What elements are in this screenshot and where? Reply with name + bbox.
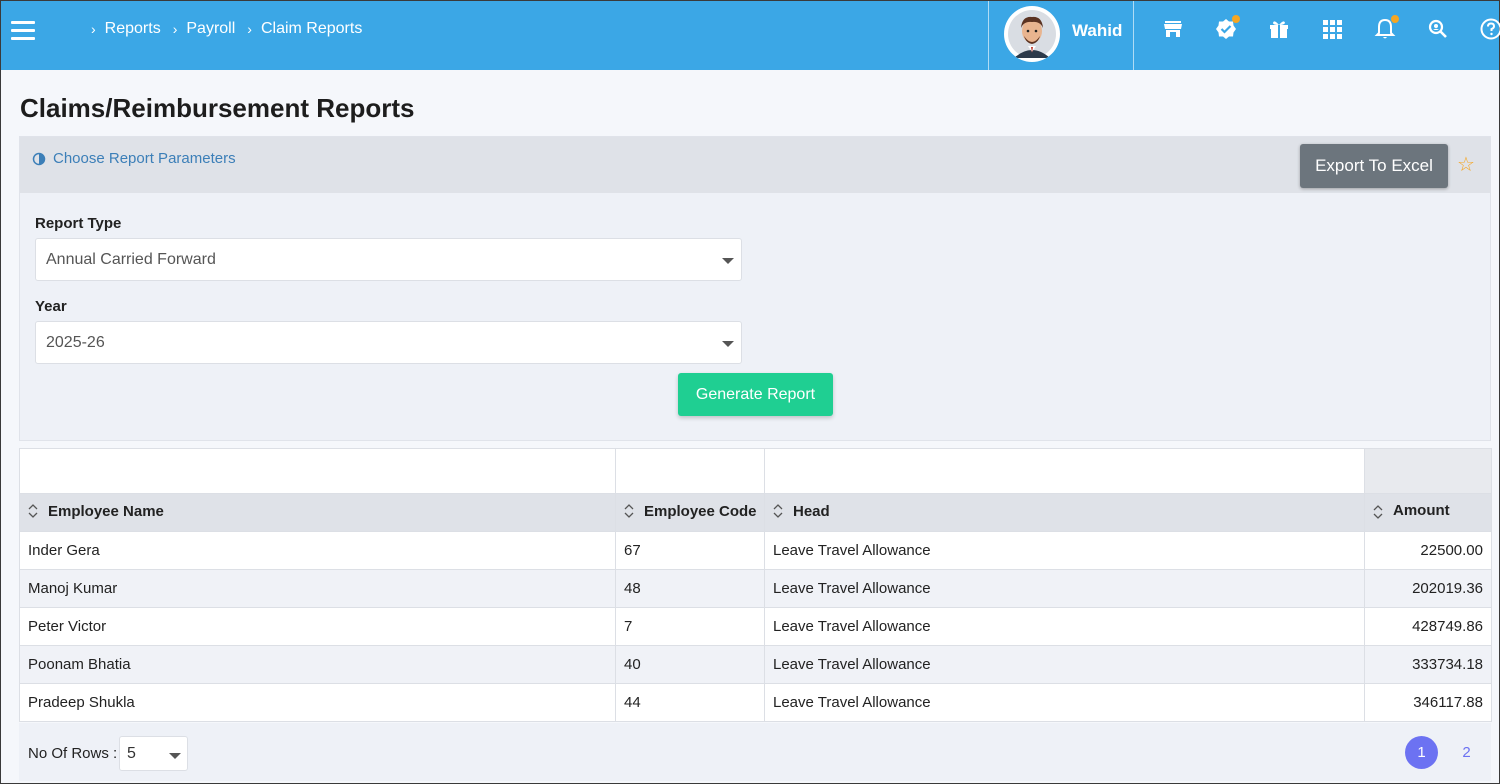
chevron-down-icon (722, 258, 734, 264)
filter-row (19, 448, 1492, 494)
report-type-select[interactable]: Annual Carried Forward (35, 238, 742, 281)
verified-badge-icon[interactable] (1214, 15, 1240, 41)
cell-amount: 333734.18 (1364, 645, 1492, 684)
sort-icon (773, 503, 783, 522)
column-header-head[interactable]: Head (764, 493, 1365, 532)
cell-head: Leave Travel Allowance (764, 569, 1365, 608)
notification-dot (1232, 15, 1240, 23)
report-table: Employee Name Employee Code Head Amount … (19, 448, 1492, 722)
half-circle-icon (32, 152, 46, 165)
cell-employee-code: 48 (615, 569, 765, 608)
filter-cell-code[interactable] (615, 448, 765, 494)
chevron-down-icon (722, 341, 734, 347)
parameters-header: Choose Report Parameters Export To Excel… (20, 137, 1490, 193)
cell-employee-name: Pradeep Shukla (19, 683, 616, 722)
column-header-amount[interactable]: Amount (1364, 493, 1492, 532)
help-icon[interactable] (1479, 17, 1500, 41)
user-name: Wahid (1072, 21, 1123, 40)
year-select[interactable]: 2025-26 (35, 321, 742, 364)
filter-cell-amount (1364, 448, 1492, 494)
cell-employee-code: 7 (615, 607, 765, 646)
breadcrumb: › Reports › Payroll › Claim Reports (91, 20, 374, 38)
cell-employee-name: Peter Victor (19, 607, 616, 646)
cell-head: Leave Travel Allowance (764, 645, 1365, 684)
apps-grid-icon[interactable] (1320, 17, 1344, 41)
chevron-down-icon (169, 753, 181, 759)
cell-employee-code: 40 (615, 645, 765, 684)
breadcrumb-item-reports[interactable]: › Reports (91, 20, 161, 38)
cell-employee-code: 44 (615, 683, 765, 722)
filter-cell-name[interactable] (19, 448, 616, 494)
top-bar: › Reports › Payroll › Claim Reports Wahid (1, 1, 1500, 70)
cell-employee-name: Inder Gera (19, 531, 616, 570)
bell-icon[interactable] (1373, 15, 1399, 41)
table-row[interactable]: Inder Gera 67 Leave Travel Allowance 225… (19, 531, 1492, 570)
choose-parameters-toggle[interactable]: Choose Report Parameters (32, 150, 236, 167)
export-to-excel-button[interactable]: Export To Excel (1300, 144, 1448, 188)
column-header-employee-code[interactable]: Employee Code (615, 493, 765, 532)
generate-report-button[interactable]: Generate Report (678, 373, 833, 416)
cell-head: Leave Travel Allowance (764, 531, 1365, 570)
table-row[interactable]: Poonam Bhatia 40 Leave Travel Allowance … (19, 645, 1492, 684)
rows-per-page-select[interactable]: 5 (119, 736, 188, 771)
breadcrumb-item-payroll[interactable]: › Payroll (173, 20, 236, 38)
table-row[interactable]: Peter Victor 7 Leave Travel Allowance 42… (19, 607, 1492, 646)
sort-icon (1373, 505, 1383, 523)
page-button-1[interactable]: 1 (1405, 736, 1438, 769)
store-icon[interactable] (1161, 17, 1185, 41)
hamburger-menu-icon[interactable] (11, 21, 35, 41)
cell-amount: 346117.88 (1364, 683, 1492, 722)
favorite-star-icon[interactable]: ☆ (1457, 152, 1475, 177)
avatar (1004, 6, 1060, 62)
gift-icon[interactable] (1267, 17, 1291, 41)
page-button-2[interactable]: 2 (1450, 736, 1483, 769)
year-label: Year (35, 298, 67, 315)
cell-head: Leave Travel Allowance (764, 683, 1365, 722)
table-row[interactable]: Manoj Kumar 48 Leave Travel Allowance 20… (19, 569, 1492, 608)
cell-employee-name: Manoj Kumar (19, 569, 616, 608)
cell-amount: 202019.36 (1364, 569, 1492, 608)
table-header-row: Employee Name Employee Code Head Amount (19, 493, 1492, 532)
top-icons (1161, 15, 1500, 41)
user-menu[interactable]: Wahid (988, 1, 1134, 70)
page-title: Claims/Reimbursement Reports (20, 93, 415, 123)
filter-cell-head[interactable] (764, 448, 1365, 494)
cell-head: Leave Travel Allowance (764, 607, 1365, 646)
cell-amount: 22500.00 (1364, 531, 1492, 570)
notification-dot (1391, 15, 1399, 23)
breadcrumb-item-claim-reports[interactable]: › Claim Reports (247, 20, 362, 38)
cell-amount: 428749.86 (1364, 607, 1492, 646)
cell-employee-name: Poonam Bhatia (19, 645, 616, 684)
table-row[interactable]: Pradeep Shukla 44 Leave Travel Allowance… (19, 683, 1492, 722)
search-person-icon[interactable] (1426, 17, 1450, 41)
column-header-employee-name[interactable]: Employee Name (19, 493, 616, 532)
sort-icon (624, 503, 634, 522)
sort-icon (28, 503, 38, 522)
rows-per-page-label: No Of Rows : (28, 745, 118, 762)
report-parameters-panel: Choose Report Parameters Export To Excel… (19, 136, 1491, 441)
cell-employee-code: 67 (615, 531, 765, 570)
report-type-label: Report Type (35, 215, 122, 232)
table-footer: No Of Rows : 5 1 2 (19, 723, 1491, 781)
